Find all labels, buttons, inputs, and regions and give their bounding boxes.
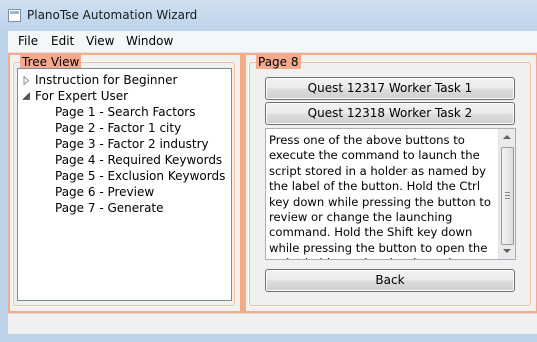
tree-node-label: Instruction for Beginner: [35, 73, 178, 87]
scroll-up-icon[interactable]: [499, 129, 515, 145]
menu-file[interactable]: File: [18, 34, 38, 48]
scrollbar-thumb[interactable]: [501, 147, 514, 245]
tree-node-label: For Expert User: [35, 89, 129, 103]
tree-item-label: Page 6 - Preview: [55, 185, 155, 199]
menu-edit[interactable]: Edit: [51, 34, 74, 48]
tree-view-panel: Tree View Instruction for Beginner For E…: [9, 54, 241, 312]
expand-expanded-icon[interactable]: [22, 92, 31, 101]
expand-collapsed-icon[interactable]: [22, 76, 31, 85]
window-frame-left: [0, 31, 8, 342]
tree-item-label: Page 2 - Factor 1 city: [55, 121, 182, 135]
status-bar: [8, 313, 537, 334]
page-panel: Page 8 Quest 12317 Worker Task 1 Quest 1…: [245, 54, 537, 312]
description-textbox[interactable]: Press one of the above buttons to execut…: [265, 128, 516, 260]
back-button[interactable]: Back: [265, 269, 515, 292]
tree-view-legend: Tree View: [20, 55, 82, 69]
vertical-scrollbar[interactable]: [498, 129, 515, 259]
tree-node-expert[interactable]: For Expert User: [18, 88, 229, 104]
tree-item-label: Page 5 - Exclusion Keywords: [55, 169, 226, 183]
window-title: PlanoTse Automation Wizard: [27, 8, 198, 22]
tree-item-label: Page 3 - Factor 2 industry: [55, 137, 209, 151]
tree-item-label: Page 7 - Generate: [55, 201, 164, 215]
menu-view[interactable]: View: [86, 34, 114, 48]
tree-node-beginner[interactable]: Instruction for Beginner: [18, 72, 229, 88]
description-text: Press one of the above buttons to execut…: [269, 133, 492, 259]
tree-item-label: Page 1 - Search Factors: [55, 105, 196, 119]
menu-bar: File Edit View Window: [8, 31, 537, 53]
quest-12318-button[interactable]: Quest 12318 Worker Task 2: [265, 102, 515, 125]
title-bar[interactable]: PlanoTse Automation Wizard: [0, 0, 537, 31]
window-frame-bottom: [0, 334, 537, 342]
work-area: Tree View Instruction for Beginner For E…: [8, 53, 537, 313]
scrollbar-grip: [505, 195, 510, 196]
page-panel-legend: Page 8: [256, 55, 301, 69]
scrollbar-grip: [505, 192, 510, 193]
tree-view[interactable]: Instruction for Beginner For Expert User…: [17, 68, 232, 301]
menu-window[interactable]: Window: [126, 34, 173, 48]
scroll-down-icon[interactable]: [499, 243, 515, 259]
app-icon: [8, 9, 21, 22]
scrollbar-grip: [505, 198, 510, 199]
tree-item-label: Page 4 - Required Keywords: [55, 153, 223, 167]
client-area: File Edit View Window Tree View Instruct…: [8, 31, 537, 334]
quest-12317-button[interactable]: Quest 12317 Worker Task 1: [265, 77, 515, 100]
